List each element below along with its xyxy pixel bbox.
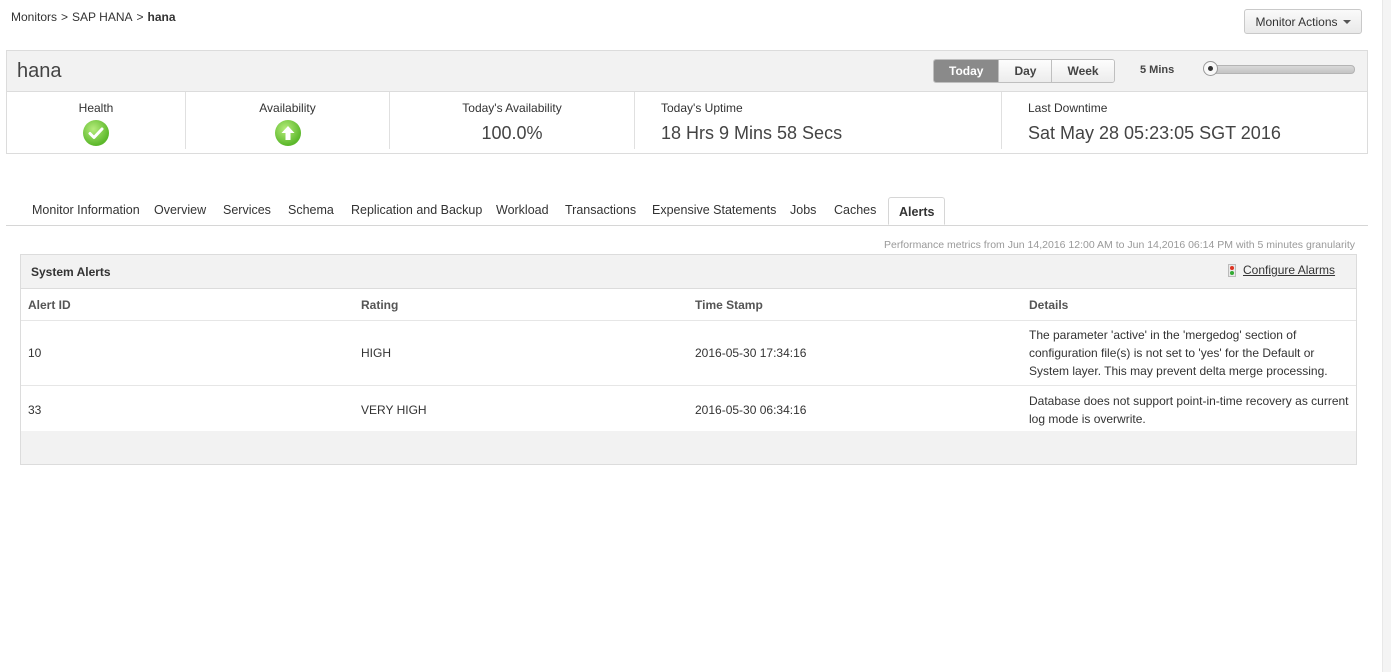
todays-availability-stat: Today's Availability 100.0% bbox=[390, 92, 634, 157]
monitor-actions-label: Monitor Actions bbox=[1255, 14, 1338, 29]
health-label: Health bbox=[78, 101, 114, 115]
traffic-light-icon bbox=[1228, 263, 1236, 277]
column-header-details[interactable]: Details bbox=[1029, 289, 1356, 321]
tab-jobs[interactable]: Jobs bbox=[790, 203, 816, 217]
slider-handle[interactable] bbox=[1203, 61, 1218, 76]
breadcrumb-current: hana bbox=[147, 10, 176, 24]
divider bbox=[1001, 92, 1002, 149]
alert-id-cell: 33 bbox=[21, 385, 361, 434]
table-row: 10 HIGH 2016-05-30 17:34:16 The paramete… bbox=[21, 320, 1356, 386]
period-day-button[interactable]: Day bbox=[999, 60, 1053, 82]
availability-stat: Availability bbox=[186, 92, 389, 157]
tab-bar: Monitor Information Overview Services Sc… bbox=[6, 197, 1368, 226]
monitor-summary-panel: hana Today Day Week 5 Mins Health Availa… bbox=[6, 50, 1368, 154]
period-week-button[interactable]: Week bbox=[1052, 60, 1114, 82]
caret-down-icon bbox=[1342, 19, 1351, 24]
todays-uptime-label: Today's Uptime bbox=[661, 101, 743, 115]
todays-uptime-stat: Today's Uptime 18 Hrs 9 Mins 58 Secs bbox=[661, 92, 991, 157]
todays-availability-value: 100.0% bbox=[481, 123, 543, 143]
timestamp-cell: 2016-05-30 06:34:16 bbox=[695, 385, 1029, 434]
details-cell: The parameter 'active' in the 'mergedog'… bbox=[1029, 320, 1356, 386]
tab-overview[interactable]: Overview bbox=[154, 203, 206, 217]
divider bbox=[634, 92, 635, 149]
system-alerts-title: System Alerts bbox=[31, 265, 111, 279]
table-row: 33 VERY HIGH 2016-05-30 06:34:16 Databas… bbox=[21, 385, 1356, 434]
rating-cell: HIGH bbox=[361, 320, 695, 386]
column-header-time-stamp[interactable]: Time Stamp bbox=[695, 289, 1029, 321]
configure-alarms-link[interactable]: Configure Alarms bbox=[1228, 263, 1335, 277]
interval-label: 5 Mins bbox=[1140, 64, 1175, 76]
tab-transactions[interactable]: Transactions bbox=[565, 203, 636, 217]
column-header-rating[interactable]: Rating bbox=[361, 289, 695, 321]
availability-label: Availability bbox=[259, 101, 316, 115]
tab-expensive-statements[interactable]: Expensive Statements bbox=[652, 203, 776, 217]
tab-alerts[interactable]: Alerts bbox=[888, 197, 946, 225]
timestamp-cell: 2016-05-30 17:34:16 bbox=[695, 320, 1029, 386]
tab-schema[interactable]: Schema bbox=[288, 203, 334, 217]
interval-slider[interactable] bbox=[1203, 61, 1355, 76]
last-downtime-stat: Last Downtime Sat May 28 05:23:05 SGT 20… bbox=[1028, 92, 1358, 157]
health-stat: Health bbox=[7, 92, 185, 157]
rating-cell: VERY HIGH bbox=[361, 385, 695, 434]
alerts-table: Alert ID Rating Time Stamp Details 10 HI… bbox=[21, 289, 1356, 434]
monitor-actions-button[interactable]: Monitor Actions bbox=[1244, 9, 1362, 34]
check-circle-icon bbox=[83, 120, 109, 146]
todays-uptime-value: 18 Hrs 9 Mins 58 Secs bbox=[661, 123, 843, 143]
monitor-header-bar: hana Today Day Week 5 Mins bbox=[7, 51, 1367, 92]
tab-workload[interactable]: Workload bbox=[496, 203, 549, 217]
tab-caches[interactable]: Caches bbox=[834, 203, 876, 217]
breadcrumb: Monitors > SAP HANA > hana bbox=[11, 10, 176, 24]
arrow-up-circle-icon bbox=[274, 120, 301, 146]
last-downtime-value: Sat May 28 05:23:05 SGT 2016 bbox=[1028, 123, 1281, 143]
period-today-button[interactable]: Today bbox=[934, 60, 1000, 82]
table-header-row: Alert ID Rating Time Stamp Details bbox=[21, 289, 1356, 321]
last-downtime-label: Last Downtime bbox=[1028, 101, 1108, 115]
period-selector: Today Day Week bbox=[933, 59, 1115, 83]
tab-services[interactable]: Services bbox=[223, 203, 271, 217]
column-header-alert-id[interactable]: Alert ID bbox=[21, 289, 361, 321]
breadcrumb-separator: > bbox=[136, 10, 144, 24]
tab-replication-and-backup[interactable]: Replication and Backup bbox=[351, 203, 482, 217]
breadcrumb-link-sap-hana[interactable]: SAP HANA bbox=[72, 10, 132, 24]
scrollbar[interactable] bbox=[1382, 0, 1391, 672]
performance-metrics-note: Performance metrics from Jun 14,2016 12:… bbox=[884, 239, 1355, 251]
breadcrumb-link-monitors[interactable]: Monitors bbox=[11, 10, 57, 24]
details-cell: Database does not support point-in-time … bbox=[1029, 385, 1356, 434]
tab-monitor-information[interactable]: Monitor Information bbox=[32, 203, 140, 217]
todays-availability-label: Today's Availability bbox=[462, 101, 562, 115]
breadcrumb-separator: > bbox=[61, 10, 69, 24]
table-footer bbox=[21, 431, 1356, 464]
stats-row: Health Availability Today's Availability… bbox=[7, 92, 1367, 154]
alert-id-cell: 10 bbox=[21, 320, 361, 386]
system-alerts-panel: System Alerts Configure Alarms Alert ID … bbox=[20, 254, 1357, 465]
system-alerts-header: System Alerts Configure Alarms bbox=[21, 255, 1356, 289]
monitor-name: hana bbox=[17, 60, 62, 82]
configure-alarms-label: Configure Alarms bbox=[1243, 263, 1336, 277]
